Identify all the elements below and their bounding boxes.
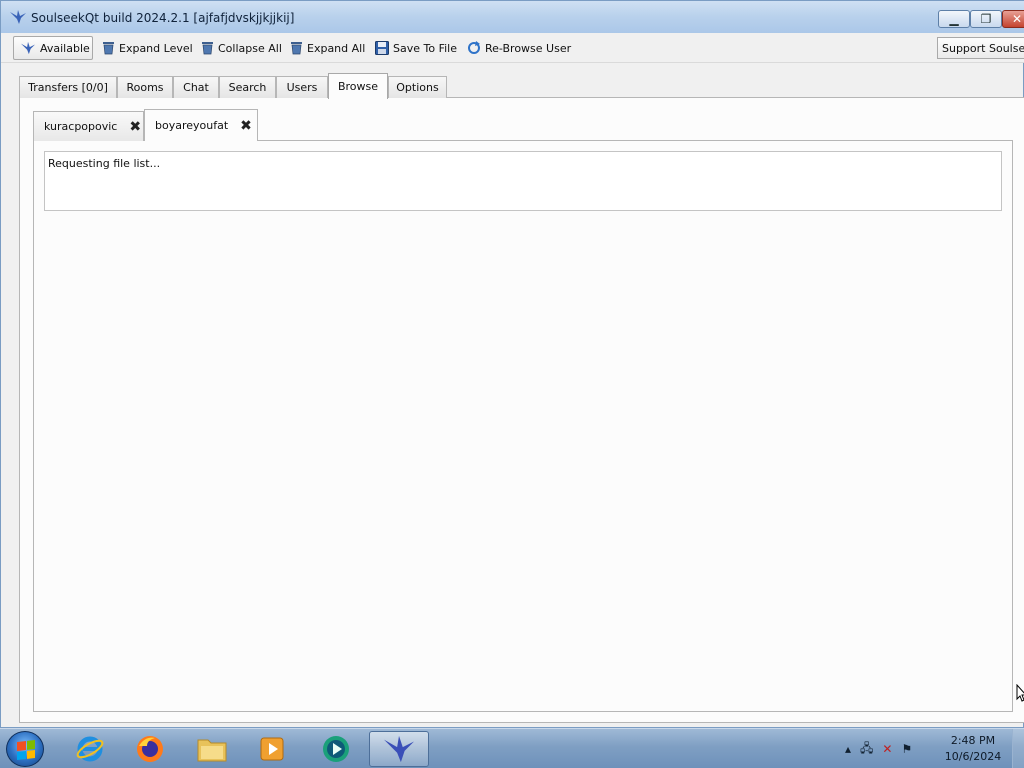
close-tab-icon[interactable]: ✖ [129,120,141,134]
tab-options[interactable]: Options [388,76,447,98]
browse-tab-label: boyareyoufat [155,119,229,132]
expand-level-label: Expand Level [119,41,193,55]
available-label: Available [40,41,90,55]
firefox-icon [137,736,163,762]
internet-explorer-icon [76,736,104,762]
minimize-icon: ▁ [949,12,959,26]
save-to-file-button[interactable]: Save To File [375,36,457,60]
title-bar[interactable]: SoulseekQt build 2024.2.1 [ajfafjdvskjjk… [1,1,1024,35]
app-window: SoulseekQt build 2024.2.1 [ajfafjdvskjjk… [0,0,1024,728]
status-text: Requesting file list... [48,157,161,170]
taskbar-clock[interactable]: 2:48 PM 10/6/2024 [938,733,1008,765]
taskbar-soulseek[interactable] [369,731,429,767]
mouse-cursor-icon [1016,684,1024,702]
floppy-disk-icon [375,41,389,55]
rebrowse-user-label: Re-Browse User [485,41,572,55]
folder-icon [197,739,227,762]
show-hidden-icons-icon[interactable]: ▴ [845,742,851,756]
expand-all-button[interactable]: Expand All [290,36,365,60]
volume-muted-icon[interactable]: ✕ [882,742,892,756]
expand-all-label: Expand All [307,41,366,55]
collapse-all-label: Collapse All [218,41,282,55]
taskbar-media-player[interactable] [244,731,300,767]
taskbar-media-app[interactable] [308,731,364,767]
action-center-flag-icon[interactable]: ⚑ [901,742,912,756]
tab-browse[interactable]: Browse [328,73,388,99]
network-icon[interactable]: 🖧 [860,739,873,760]
windows-logo-icon [17,740,35,760]
close-tab-icon[interactable]: ✖ [240,119,252,133]
system-tray: ▴ 🖧 ✕ ⚑ [845,739,912,759]
taskbar-firefox[interactable] [122,731,178,767]
toolbar: Available Expand Level Collapse All Expa… [1,33,1024,63]
expand-level-button[interactable]: Expand Level [102,36,193,60]
file-list-status: Requesting file list... [44,151,1002,211]
clock-time: 2:48 PM [950,734,996,747]
available-status-button[interactable]: Available [13,36,93,60]
close-icon: ✕ [1011,12,1023,26]
minimize-button[interactable]: ▁ [938,10,970,28]
window-title: SoulseekQt build 2024.2.1 [ajfafjdvskjjk… [31,11,295,25]
media-player-icon [260,737,284,761]
save-to-file-label: Save To File [393,41,457,55]
close-button[interactable]: ✕ [1002,10,1024,28]
support-soulseek-button[interactable]: Support Soulseek [937,37,1024,59]
collapse-all-button[interactable]: Collapse All [201,36,282,60]
clock-date: 10/6/2024 [944,750,1002,763]
maximize-button[interactable]: ❐ [970,10,1002,28]
browse-tab-label: kuracpopovic [44,120,118,133]
tab-search[interactable]: Search [219,76,276,98]
tab-chat[interactable]: Chat [173,76,219,98]
media-app-icon [323,736,349,762]
browse-tab-kuracpopovic[interactable]: kuracpopovic ✖ [33,111,144,141]
soulseek-bird-icon [384,735,414,763]
tab-rooms[interactable]: Rooms [117,76,173,98]
trash-icon [103,42,114,55]
taskbar-internet-explorer[interactable] [62,731,118,767]
browse-panel [33,140,1013,712]
show-desktop-button[interactable] [1012,729,1024,768]
taskbar: ▴ 🖧 ✕ ⚑ 2:48 PM 10/6/2024 [0,728,1024,768]
restore-icon: ❐ [980,12,992,26]
trash-icon [291,42,302,55]
tab-users[interactable]: Users [276,76,328,98]
start-button[interactable] [6,731,44,767]
refresh-icon [468,41,480,54]
trash-icon [202,42,213,55]
taskbar-file-explorer[interactable] [184,731,240,767]
rebrowse-user-button[interactable]: Re-Browse User [467,36,571,60]
browse-tab-boyareyoufat[interactable]: boyareyoufat ✖ [144,109,258,141]
soulseek-bird-icon [10,10,26,24]
soulseek-bird-icon [21,41,35,55]
tab-transfers[interactable]: Transfers [0/0] [19,76,117,98]
